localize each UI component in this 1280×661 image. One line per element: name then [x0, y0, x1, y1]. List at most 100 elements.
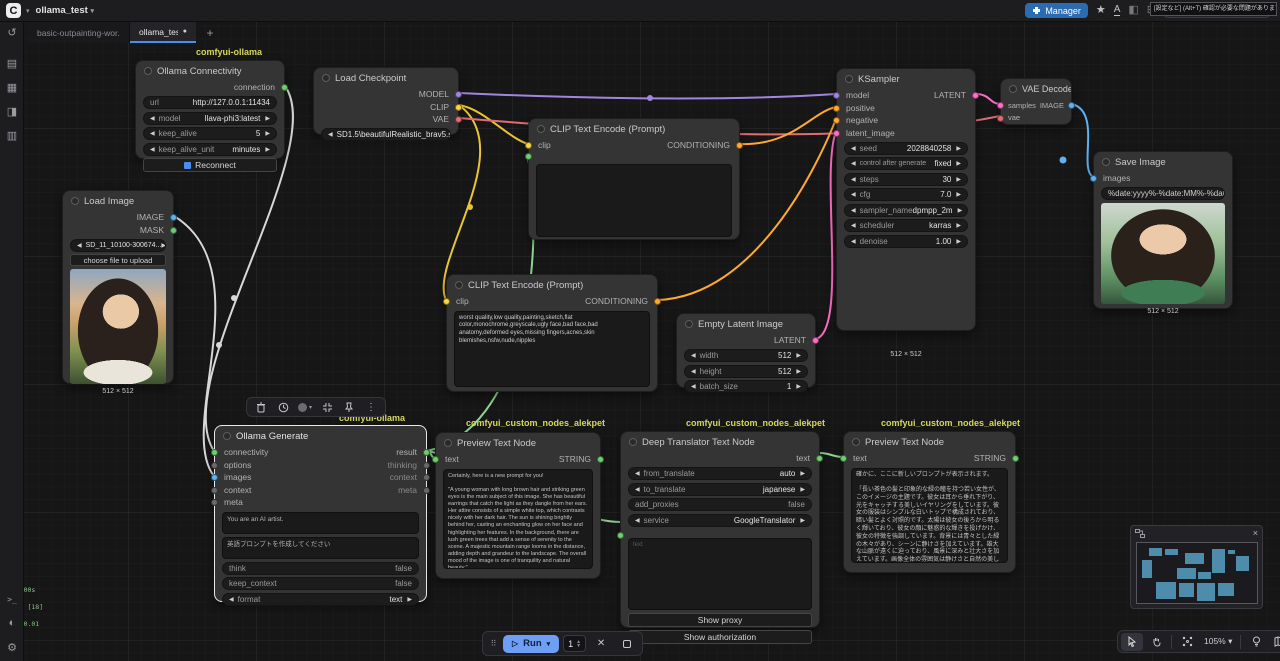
collapse-dot[interactable]	[455, 281, 463, 289]
pin-icon[interactable]	[338, 398, 360, 416]
height-stepper[interactable]: ◀height512▶	[684, 365, 808, 378]
node-save-image[interactable]: Save Image images %date:yyyy%-%date:MM%-…	[1093, 151, 1233, 309]
batch-size-stepper[interactable]: ◀batch_size1▶	[684, 380, 808, 393]
steps-stepper[interactable]: ◀steps30▶	[844, 173, 968, 186]
add-proxies-toggle[interactable]: add_proxiesfalse	[628, 498, 812, 511]
collapse-dot[interactable]	[845, 75, 853, 83]
to-translate-combo[interactable]: ◀to_translatejapanese▶	[628, 483, 812, 496]
think-toggle[interactable]: thinkfalse	[222, 562, 419, 575]
collapse-dot[interactable]	[322, 74, 330, 82]
mask-output-port[interactable]	[170, 227, 177, 234]
format-combo[interactable]: ◀formattext▶	[222, 593, 419, 606]
meta-output-port[interactable]	[423, 487, 430, 494]
url-field[interactable]: urlhttp://127.0.0.1:11434	[143, 96, 277, 109]
positive-input-port[interactable]	[833, 105, 840, 112]
node-deep-translator[interactable]: Deep Translator Text Node text ◀from_tra…	[620, 431, 820, 628]
node-preview-text-right[interactable]: Preview Text Node textSTRING 確かに、ここに新しいプ…	[843, 431, 1016, 573]
model-input-port[interactable]	[833, 92, 840, 99]
node-ksampler[interactable]: KSampler modelLATENT positive negative l…	[836, 68, 976, 331]
node-ollama-connectivity[interactable]: Ollama Connectivity connection urlhttp:/…	[135, 60, 285, 159]
text-input-port[interactable]	[432, 456, 439, 463]
scheduler-combo[interactable]: ◀schedulerkarras▶	[844, 219, 968, 232]
string-output-port[interactable]	[1012, 455, 1019, 462]
node-title[interactable]: Load Image	[63, 191, 173, 211]
new-tab-button[interactable]: +	[200, 22, 220, 43]
batch-count-input[interactable]: 1▲▼	[563, 635, 586, 652]
cfg-stepper[interactable]: ◀cfg7.0▶	[844, 188, 968, 201]
node-load-image[interactable]: Load Image IMAGE MASK ◀SD_11_10100-30067…	[62, 190, 174, 384]
collapse-dot[interactable]	[144, 67, 152, 75]
node-empty-latent-image[interactable]: Empty Latent Image LATENT ◀width512▶ ◀he…	[676, 313, 816, 388]
node-title[interactable]: CLIP Text Encode (Prompt)	[447, 275, 657, 295]
string-output-port[interactable]	[597, 456, 604, 463]
seed-stepper[interactable]: ◀seed2028840258▶	[844, 142, 968, 155]
node-title[interactable]: Preview Text Node	[844, 432, 1015, 452]
keep-alive-unit-combo[interactable]: ◀keep_alive_unitminutes▶	[143, 143, 277, 156]
control-after-generate-combo[interactable]: ◀control after generatefixed▶	[844, 157, 968, 170]
from-translate-combo[interactable]: ◀from_translateauto▶	[628, 467, 812, 480]
latent-input-port[interactable]	[833, 130, 840, 137]
samples-input-port[interactable]	[997, 102, 1004, 109]
preview-text-content[interactable]: 確かに、ここに新しいプロンプトが表示されます。 「長い茶色の髪と印象的な緑の瞳を…	[851, 468, 1008, 563]
image-file-combo[interactable]: ◀SD_11_10100-300674...▶	[70, 239, 166, 252]
link-visibility-icon[interactable]	[1245, 633, 1267, 651]
execute-icon[interactable]	[272, 398, 294, 416]
preview-text-content[interactable]: Certainly, here is a new prompt for you!…	[443, 469, 593, 569]
minimap-panel[interactable]: ×	[1130, 525, 1263, 609]
node-vae-decode[interactable]: VAE Decode samplesIMAGE vae	[1000, 78, 1072, 125]
typography-icon[interactable]: A	[1114, 5, 1121, 16]
minimap-viewport[interactable]	[1136, 542, 1258, 604]
node-clip-text-encode-negative[interactable]: CLIP Text Encode (Prompt) clipCONDITIONI…	[446, 274, 658, 392]
drag-handle[interactable]: ⠿	[487, 635, 499, 653]
service-combo[interactable]: ◀serviceGoogleTranslator▶	[628, 514, 812, 527]
node-title[interactable]: Save Image	[1094, 152, 1232, 172]
comfyui-logo[interactable]: C	[6, 3, 21, 18]
delete-icon[interactable]	[250, 398, 272, 416]
conditioning-output-port[interactable]	[654, 298, 661, 305]
stop-icon[interactable]	[616, 635, 638, 653]
sampler-name-combo[interactable]: ◀sampler_namedpmpp_2m▶	[844, 204, 968, 217]
text-input-port[interactable]	[525, 153, 532, 160]
cancel-icon[interactable]: ✕	[590, 635, 612, 653]
context-input-port[interactable]	[211, 487, 218, 494]
node-preview-text-left[interactable]: Preview Text Node textSTRING Certainly, …	[435, 432, 601, 579]
run-button[interactable]: ▷Run▾	[503, 635, 559, 653]
latent-output-port[interactable]	[972, 92, 979, 99]
show-proxy-button[interactable]: Show proxy	[628, 613, 812, 627]
color-picker-icon[interactable]: ▾	[294, 398, 316, 416]
prompt-textarea[interactable]: worst quality,low quality,painting,sketc…	[454, 311, 650, 387]
select-tool-icon[interactable]	[1121, 633, 1143, 651]
node-title[interactable]: CLIP Text Encode (Prompt)	[529, 119, 739, 139]
chevron-down-icon[interactable]: ▾	[547, 640, 551, 648]
translator-textarea[interactable]: text	[628, 538, 812, 610]
settings-gear-icon[interactable]: ⚙	[0, 635, 24, 659]
options-input-port[interactable]	[211, 462, 218, 469]
vae-output-port[interactable]	[455, 116, 462, 123]
keep-alive-stepper[interactable]: ◀keep_alive5▶	[143, 127, 277, 140]
node-clip-text-encode-positive[interactable]: CLIP Text Encode (Prompt) clipCONDITIONI…	[528, 118, 740, 240]
meta-input-port[interactable]	[211, 499, 218, 506]
clip-input-port[interactable]	[525, 142, 532, 149]
minimap-toggle-icon[interactable]	[1269, 633, 1280, 651]
width-stepper[interactable]: ◀width512▶	[684, 349, 808, 362]
more-options-icon[interactable]: ⋮	[360, 398, 382, 416]
collapse-dot[interactable]	[537, 125, 545, 133]
collapse-dot[interactable]	[71, 197, 79, 205]
collapse-dot[interactable]	[852, 438, 860, 446]
model-output-port[interactable]	[455, 91, 462, 98]
clip-input-port[interactable]	[443, 298, 450, 305]
text-output-port[interactable]	[816, 455, 823, 462]
thinking-output-port[interactable]	[423, 462, 430, 469]
context-output-port[interactable]	[423, 474, 430, 481]
image-output-port[interactable]	[170, 214, 177, 221]
node-load-checkpoint[interactable]: Load Checkpoint MODEL CLIP VAE ◀SD1.5\be…	[313, 67, 459, 135]
undo-history-icon[interactable]: ↺	[0, 22, 24, 43]
images-input-port[interactable]	[211, 474, 218, 481]
latent-output-port[interactable]	[812, 337, 819, 344]
node-title[interactable]: Empty Latent Image	[677, 314, 815, 334]
collapse-dot[interactable]	[444, 439, 452, 447]
result-output-port[interactable]	[423, 449, 430, 456]
prompt-textarea[interactable]	[536, 164, 732, 237]
minimap-close-icon[interactable]: ×	[1253, 528, 1258, 538]
clip-output-port[interactable]	[455, 104, 462, 111]
